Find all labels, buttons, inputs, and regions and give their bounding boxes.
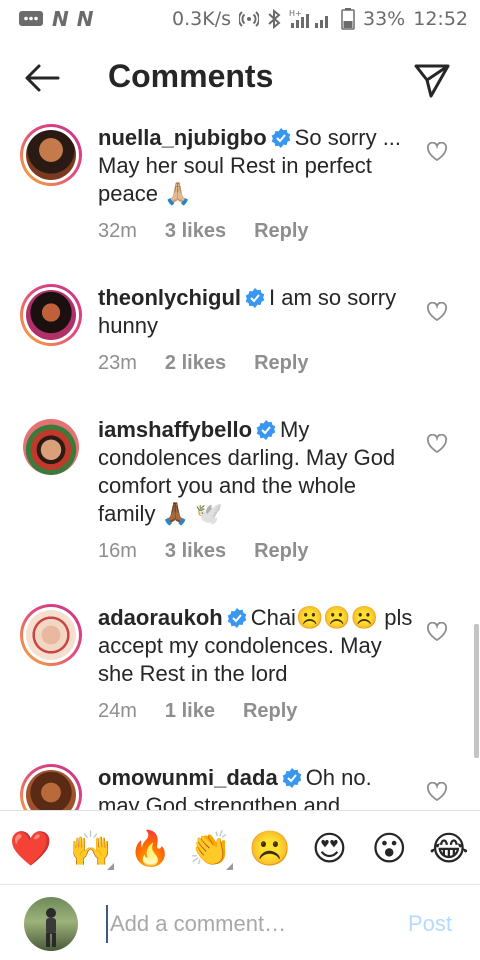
messages-icon bbox=[18, 9, 44, 29]
avatar-image bbox=[26, 130, 76, 180]
emoji-reaction-bar: ❤️ 🙌 🔥 👏 ☹️ 😍 😮 😂 bbox=[0, 810, 480, 886]
comment-meta: 24m 1 like Reply bbox=[98, 700, 297, 723]
current-user-avatar bbox=[24, 897, 78, 951]
comment-text-block: iamshaffybello My condolences darling. Ma… bbox=[98, 416, 418, 528]
verified-badge-icon bbox=[282, 768, 301, 788]
comment-likes[interactable]: 3 likes bbox=[165, 540, 226, 563]
hotspot-icon bbox=[239, 9, 259, 29]
status-right: 0.3K/s H+ 33% 12:52 bbox=[172, 8, 468, 30]
like-heart-icon[interactable] bbox=[426, 434, 448, 454]
network-speed: 0.3K/s bbox=[172, 8, 231, 30]
comments-list[interactable]: nuella_njubigbo So sorry ... May her soul… bbox=[0, 118, 480, 810]
comment-meta: 16m 3 likes Reply bbox=[98, 540, 309, 563]
laughing-emoji-button[interactable]: 😂 bbox=[426, 826, 472, 872]
skin-tone-indicator-icon bbox=[226, 862, 234, 870]
status-bar: N N 0.3K/s H+ 33% 12:52 bbox=[0, 0, 480, 38]
avatar-image bbox=[26, 290, 76, 340]
avatar[interactable] bbox=[20, 764, 82, 810]
user-figure-icon bbox=[46, 908, 56, 947]
avatar-image bbox=[23, 419, 79, 475]
share-button[interactable] bbox=[412, 60, 452, 100]
avatar-image bbox=[26, 770, 76, 810]
reply-button[interactable]: Reply bbox=[243, 700, 297, 723]
comment-text-block: omowunmi_dada Oh no. may God strengthen a… bbox=[98, 764, 418, 810]
comment-username[interactable]: iamshaffybello bbox=[98, 417, 252, 442]
comment-username[interactable]: theonlychigul bbox=[98, 285, 241, 310]
clapping-emoji: 👏 bbox=[188, 828, 232, 869]
like-heart-icon[interactable] bbox=[426, 622, 448, 642]
verified-badge-icon bbox=[271, 128, 290, 148]
bluetooth-icon bbox=[267, 9, 281, 29]
avatar[interactable] bbox=[20, 604, 82, 666]
comment-likes[interactable]: 3 likes bbox=[165, 220, 226, 243]
send-icon bbox=[414, 64, 450, 98]
surprised-emoji-button[interactable]: 😮 bbox=[366, 826, 412, 872]
battery-icon bbox=[341, 8, 355, 30]
raising-hands-emoji-button[interactable]: 🙌 bbox=[68, 826, 114, 872]
like-heart-icon[interactable] bbox=[426, 302, 448, 322]
clock: 12:52 bbox=[413, 8, 468, 30]
comment-likes[interactable]: 1 like bbox=[165, 700, 215, 723]
verified-badge-icon bbox=[227, 608, 247, 628]
reply-button[interactable]: Reply bbox=[254, 540, 308, 563]
reply-button[interactable]: Reply bbox=[254, 220, 308, 243]
fire-emoji-button[interactable]: 🔥 bbox=[127, 826, 173, 872]
comment-username[interactable]: omowunmi_dada bbox=[98, 765, 278, 790]
page-title: Comments bbox=[108, 58, 274, 94]
comment-meta: 23m 2 likes Reply bbox=[98, 352, 309, 375]
comment-username[interactable]: adaoraukoh bbox=[98, 605, 223, 630]
post-button[interactable]: Post bbox=[408, 911, 452, 937]
clapping-emoji-button[interactable]: 👏 bbox=[187, 826, 234, 872]
comment-text-block: nuella_njubigbo So sorry ... May her soul… bbox=[98, 124, 418, 208]
verified-badge-icon bbox=[256, 420, 276, 440]
heart-eyes-emoji-button[interactable]: 😍 bbox=[307, 826, 353, 872]
comment-composer: Post bbox=[0, 884, 480, 960]
scrollbar[interactable] bbox=[474, 624, 479, 758]
comment-meta: 32m 3 likes Reply bbox=[98, 220, 309, 243]
status-left: N N bbox=[18, 7, 94, 31]
avatar-image bbox=[26, 610, 76, 660]
heart-emoji-button[interactable]: ❤️ bbox=[8, 826, 54, 872]
comment-time: 23m bbox=[98, 352, 137, 374]
carrier-1-icon: N bbox=[52, 7, 69, 31]
frowning-emoji-button[interactable]: ☹️ bbox=[247, 826, 293, 872]
svg-text:H+: H+ bbox=[289, 9, 302, 18]
carrier-2-icon: N bbox=[76, 7, 94, 31]
raising-hands-emoji: 🙌 bbox=[69, 828, 112, 869]
battery-level: 33% bbox=[363, 8, 406, 30]
avatar[interactable] bbox=[20, 416, 82, 478]
verified-badge-icon bbox=[245, 288, 265, 308]
comment-time: 16m bbox=[98, 540, 137, 562]
avatar[interactable] bbox=[20, 284, 82, 346]
like-heart-icon[interactable] bbox=[426, 142, 448, 162]
comment-text-block: adaoraukoh Chai☹️☹️☹️ pls accept my condo… bbox=[98, 604, 418, 688]
avatar[interactable] bbox=[20, 124, 82, 186]
back-button[interactable] bbox=[22, 62, 62, 94]
arrow-left-icon bbox=[25, 64, 60, 92]
header: Comments bbox=[0, 38, 480, 118]
comment-username[interactable]: nuella_njubigbo bbox=[98, 125, 267, 150]
comment-likes[interactable]: 2 likes bbox=[165, 352, 226, 375]
comment-time: 24m bbox=[98, 700, 137, 722]
like-heart-icon[interactable] bbox=[426, 782, 448, 802]
comment-input[interactable] bbox=[106, 905, 396, 943]
comment-text-block: theonlychigul I am so sorry hunny bbox=[98, 284, 418, 340]
signal-icon: H+ bbox=[289, 8, 333, 30]
reply-button[interactable]: Reply bbox=[254, 352, 308, 375]
skin-tone-indicator-icon bbox=[106, 862, 114, 870]
comment-time: 32m bbox=[98, 220, 137, 242]
